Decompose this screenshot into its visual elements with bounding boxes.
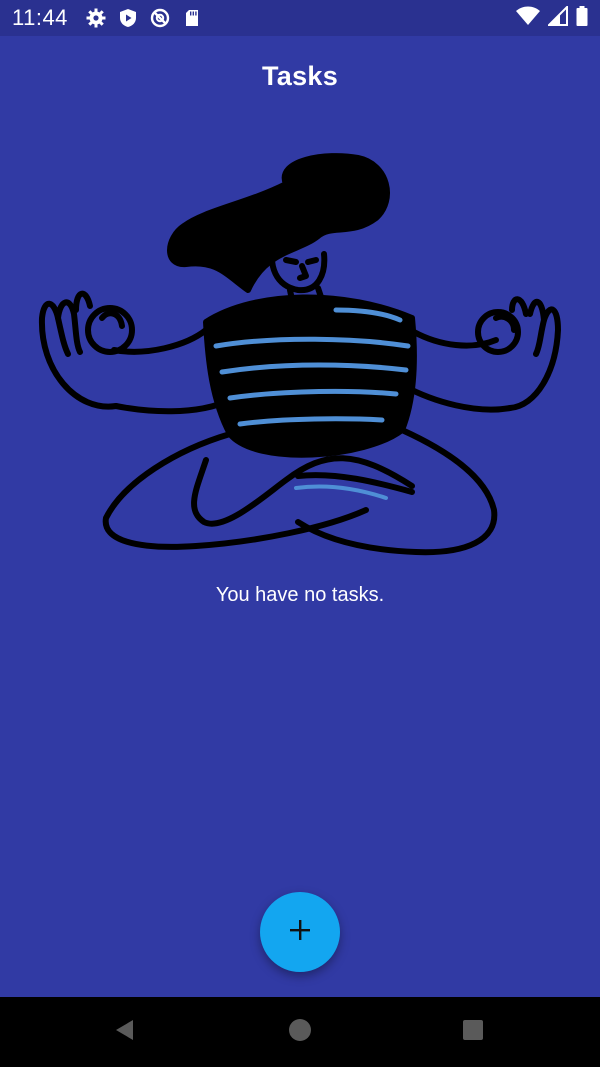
recents-button[interactable] — [456, 1015, 490, 1049]
add-task-button[interactable] — [260, 892, 340, 972]
wifi-icon — [516, 6, 540, 31]
home-button[interactable] — [283, 1015, 317, 1049]
status-notification-icons — [86, 8, 202, 28]
recents-icon — [461, 1018, 485, 1047]
status-time: 11:44 — [12, 5, 68, 30]
app-bar: Tasks — [0, 36, 600, 120]
page-title: Tasks — [261, 60, 339, 91]
plus-icon — [288, 918, 312, 947]
back-button[interactable] — [108, 1015, 142, 1049]
navigation-bar — [0, 997, 600, 1067]
signal-icon — [546, 4, 568, 31]
status-bar: 11:44 — [0, 0, 600, 36]
empty-state-message: You have no tasks. — [215, 584, 385, 606]
home-icon — [288, 1018, 312, 1047]
no-disturb-icon — [150, 8, 170, 28]
play-protect-icon — [118, 8, 138, 28]
meditating-person-illustration — [36, 150, 564, 562]
battery-icon — [576, 5, 588, 31]
app-screen: 11:44 Tasks You have no tasks. — [0, 0, 600, 1067]
back-icon — [113, 1018, 137, 1047]
gear-icon — [86, 8, 106, 28]
sd-card-icon — [182, 8, 202, 28]
status-system-icons — [516, 4, 588, 31]
